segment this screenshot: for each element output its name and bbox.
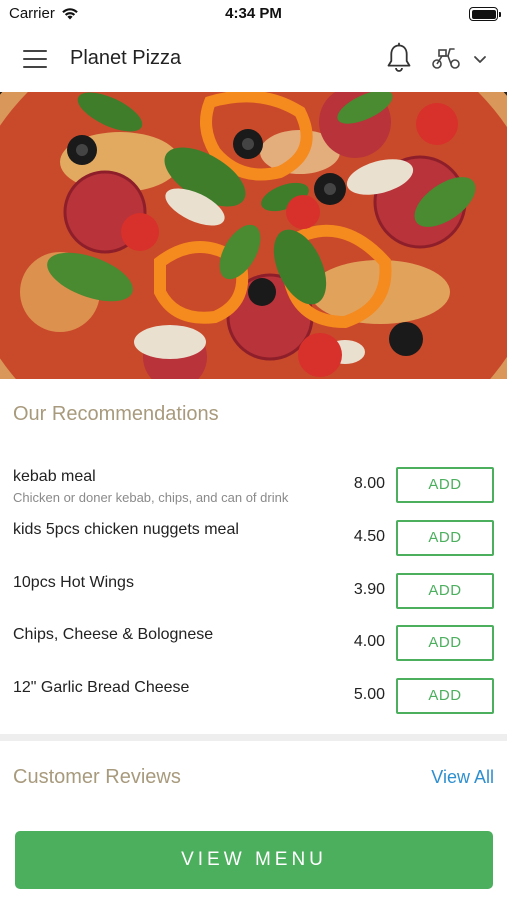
add-button[interactable]: ADD [396, 467, 494, 503]
clock: 4:34 PM [225, 5, 282, 22]
item-name: 12" Garlic Bread Cheese [13, 679, 190, 696]
item-price: 3.90 [353, 581, 385, 598]
list-item: 12" Garlic Bread Cheese 5.00 ADD [0, 671, 507, 721]
add-button[interactable]: ADD [396, 625, 494, 661]
page-title: Planet Pizza [70, 47, 182, 69]
item-description: Chicken or doner kebab, chips, and can o… [13, 490, 289, 505]
app-header: Planet Pizza [0, 28, 507, 92]
battery-icon [469, 7, 501, 21]
item-price: 5.00 [353, 686, 385, 703]
chevron-down-icon[interactable] [472, 52, 488, 66]
add-button[interactable]: ADD [396, 573, 494, 609]
scooter-icon[interactable] [430, 44, 462, 72]
hero-pizza-image [0, 92, 507, 379]
list-item: kids 5pcs chicken nuggets meal 4.50 ADD [0, 513, 507, 563]
list-item: Chips, Cheese & Bolognese 4.00 ADD [0, 618, 507, 668]
item-price: 4.00 [353, 633, 385, 650]
item-price: 8.00 [353, 475, 385, 492]
add-button[interactable]: ADD [396, 678, 494, 714]
view-all-link[interactable]: View All [431, 767, 494, 788]
pizza-photo [0, 92, 507, 379]
section-divider [0, 734, 507, 741]
item-name: 10pcs Hot Wings [13, 574, 134, 591]
bell-icon[interactable] [385, 42, 413, 74]
item-name: kebab meal [13, 468, 96, 485]
list-item: kebab meal Chicken or doner kebab, chips… [0, 460, 507, 510]
view-menu-button[interactable]: VIEW MENU [15, 831, 493, 889]
status-bar: Carrier 4:34 PM [0, 0, 507, 28]
item-name: kids 5pcs chicken nuggets meal [13, 521, 239, 538]
add-button[interactable]: ADD [396, 520, 494, 556]
list-item: 10pcs Hot Wings 3.90 ADD [0, 566, 507, 616]
item-price: 4.50 [353, 528, 385, 545]
reviews-title: Customer Reviews [13, 766, 181, 788]
menu-icon[interactable] [23, 50, 47, 68]
item-name: Chips, Cheese & Bolognese [13, 626, 214, 643]
recommendations-title: Our Recommendations [13, 403, 219, 425]
